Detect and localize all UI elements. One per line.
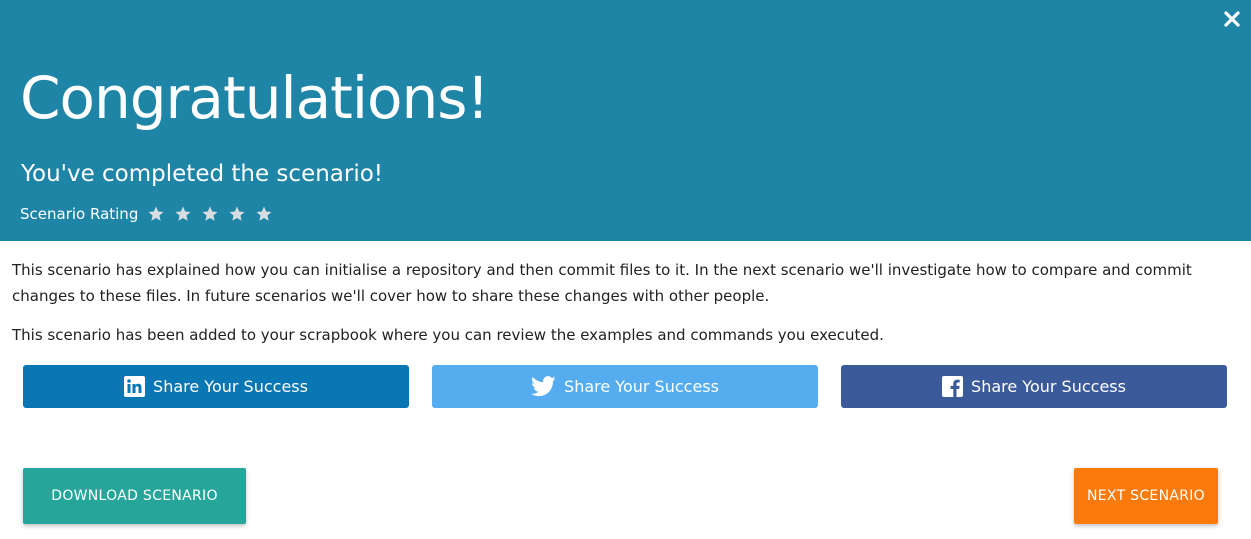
share-facebook-label: Share Your Success bbox=[971, 377, 1126, 396]
star-icon-4[interactable] bbox=[228, 205, 246, 223]
share-twitter-label: Share Your Success bbox=[564, 377, 719, 396]
scenario-rating: Scenario Rating bbox=[20, 201, 282, 227]
subtitle: You've completed the scenario! bbox=[21, 161, 384, 187]
twitter-icon bbox=[531, 376, 556, 397]
share-linkedin-button[interactable]: Share Your Success bbox=[23, 365, 409, 408]
summary-paragraph: This scenario has explained how you can … bbox=[12, 261, 1192, 305]
star-icon-3[interactable] bbox=[201, 205, 219, 223]
close-icon[interactable] bbox=[1223, 8, 1241, 30]
page-title: Congratulations! bbox=[20, 64, 490, 132]
share-linkedin-label: Share Your Success bbox=[153, 377, 308, 396]
rating-label: Scenario Rating bbox=[20, 205, 139, 223]
star-icon-1[interactable] bbox=[147, 205, 165, 223]
scenario-complete-modal: Congratulations! You've completed the sc… bbox=[0, 0, 1251, 539]
star-icon-5[interactable] bbox=[255, 205, 273, 223]
linkedin-icon bbox=[124, 376, 146, 397]
rating-stars bbox=[147, 205, 282, 223]
facebook-icon bbox=[942, 376, 964, 397]
share-facebook-button[interactable]: Share Your Success bbox=[841, 365, 1227, 408]
star-icon-2[interactable] bbox=[174, 205, 192, 223]
scrapbook-paragraph: This scenario has been added to your scr… bbox=[12, 326, 884, 344]
download-scenario-button[interactable]: DOWNLOAD SCENARIO bbox=[23, 468, 246, 524]
share-twitter-button[interactable]: Share Your Success bbox=[432, 365, 818, 408]
modal-header: Congratulations! You've completed the sc… bbox=[0, 0, 1251, 241]
next-scenario-button[interactable]: NEXT SCENARIO bbox=[1074, 468, 1218, 524]
